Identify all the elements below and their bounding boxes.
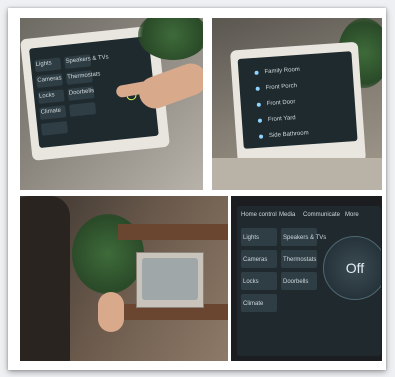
photo-hand-tapping-display: Lights Speakers & TVs Cameras Thermostat… <box>20 18 203 190</box>
camera-icon <box>257 118 263 123</box>
control-tile[interactable]: Cameras <box>243 257 267 263</box>
control-tile[interactable]: Speakers & TVs <box>283 235 326 241</box>
list-item[interactable]: Front Door <box>267 99 296 107</box>
control-tile[interactable]: Lights <box>243 235 259 241</box>
device-screen: Home control Media Communicate More Ligh… <box>237 206 381 356</box>
control-tile[interactable]: Doorbells <box>283 279 308 285</box>
tab-home-control[interactable]: Home control <box>241 212 277 218</box>
device-screen: Family Room Front Porch Front Door Front… <box>237 51 358 149</box>
list-item[interactable]: Side Bathroom <box>269 130 309 139</box>
tab-more[interactable]: More <box>345 212 359 218</box>
camera-icon <box>256 102 261 107</box>
tab-communicate[interactable]: Communicate <box>303 212 340 218</box>
desk-surface <box>212 158 382 190</box>
list-item[interactable]: Family Room <box>264 67 300 75</box>
tab-media[interactable]: Media <box>279 212 295 218</box>
camera-icon <box>254 70 259 75</box>
device-screen <box>142 258 198 300</box>
smart-display-device: Family Room Front Porch Front Door Front… <box>229 41 367 171</box>
power-state-dial[interactable]: Off <box>323 236 381 300</box>
hand <box>98 292 124 332</box>
wooden-shelf <box>118 224 228 240</box>
list-item[interactable]: Front Yard <box>268 115 296 123</box>
camera-icon <box>255 86 260 91</box>
control-tile[interactable]: Thermostats <box>283 257 316 263</box>
control-tile[interactable]: Climate <box>243 301 263 307</box>
camera-icon <box>258 134 264 139</box>
list-item[interactable]: Front Porch <box>265 83 297 91</box>
photo-person-waving <box>20 196 228 361</box>
smart-display-device <box>136 252 204 308</box>
photo-display-on-desk: Family Room Front Porch Front Door Front… <box>212 18 382 190</box>
control-tile[interactable]: Locks <box>243 279 259 285</box>
photo-home-control-screen: Home control Media Communicate More Ligh… <box>231 196 382 361</box>
person <box>20 196 70 361</box>
